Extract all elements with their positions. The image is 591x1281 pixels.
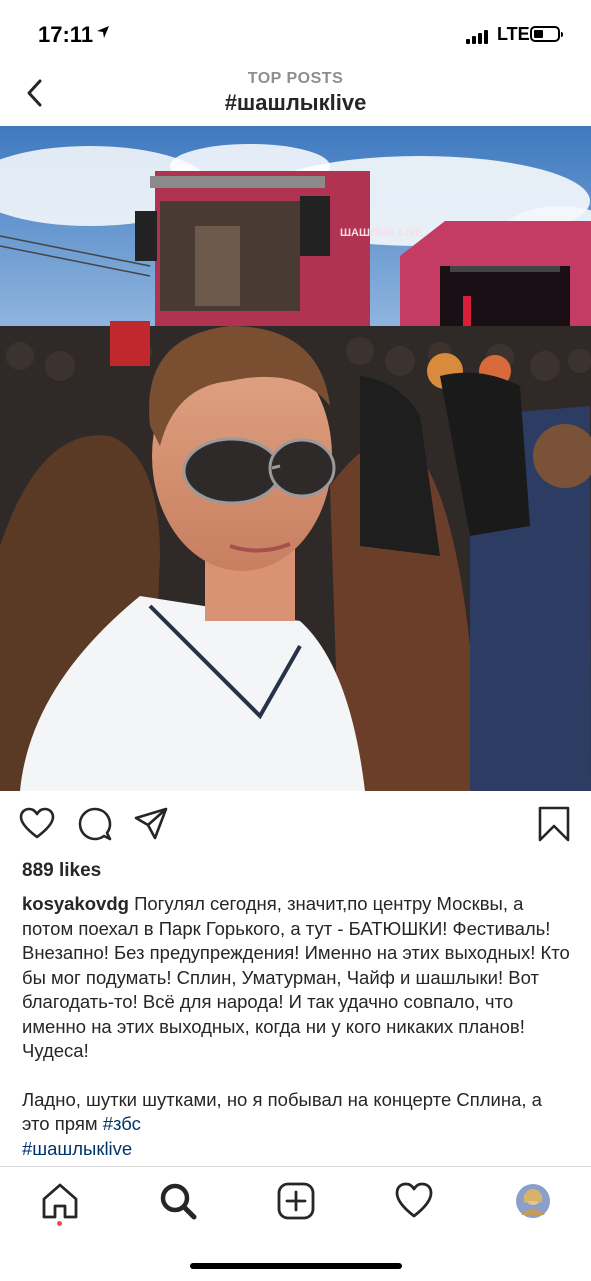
- notification-dot: [57, 1221, 62, 1226]
- caption-text: Погулял сегодня, значит,по центру Москвы…: [22, 893, 570, 1061]
- search-icon[interactable]: [158, 1181, 198, 1221]
- hashtag-link[interactable]: #збс: [103, 1113, 141, 1134]
- header-subtitle: TOP POSTS: [247, 70, 344, 87]
- battery-icon: [530, 26, 563, 42]
- paper-plane-icon[interactable]: [133, 806, 169, 842]
- comment-icon[interactable]: [77, 806, 113, 842]
- page-title: #шашлыкlive: [224, 90, 367, 115]
- bottom-tab-bar: [0, 1166, 591, 1281]
- username-link[interactable]: kosyakovdg: [22, 893, 129, 914]
- location-arrow-icon: [97, 26, 109, 38]
- signal-icon: [466, 28, 488, 44]
- hashtag-link[interactable]: #шашлыкlive: [22, 1138, 132, 1159]
- heart-icon[interactable]: [394, 1181, 434, 1221]
- heart-icon[interactable]: [19, 806, 55, 842]
- top-nav: TOP POSTS #шашлыкlive: [0, 62, 591, 126]
- stage-screen-text: ШАШЛЫК LIVE: [340, 227, 423, 239]
- home-indicator: [190, 1263, 402, 1269]
- post-photo[interactable]: ШАШЛЫК LIVE: [0, 126, 591, 791]
- caption-text-2: Ладно, шутки шутками, но я побывал на ко…: [22, 1088, 542, 1135]
- home-icon[interactable]: [40, 1181, 80, 1221]
- festival-selfie-image: ШАШЛЫК LIVE: [0, 126, 591, 791]
- post-caption: kosyakovdg Погулял сегодня, значит,по це…: [22, 892, 574, 1161]
- likes-count[interactable]: 889 likes: [22, 860, 101, 882]
- bookmark-icon[interactable]: [536, 806, 572, 842]
- status-bar: 17:11 LTE: [0, 0, 591, 70]
- network-label: LTE: [497, 24, 530, 44]
- avatar[interactable]: [513, 1181, 553, 1221]
- post-actions: [0, 800, 591, 850]
- plus-square-icon[interactable]: [276, 1181, 316, 1221]
- status-time: 17:11: [38, 22, 94, 47]
